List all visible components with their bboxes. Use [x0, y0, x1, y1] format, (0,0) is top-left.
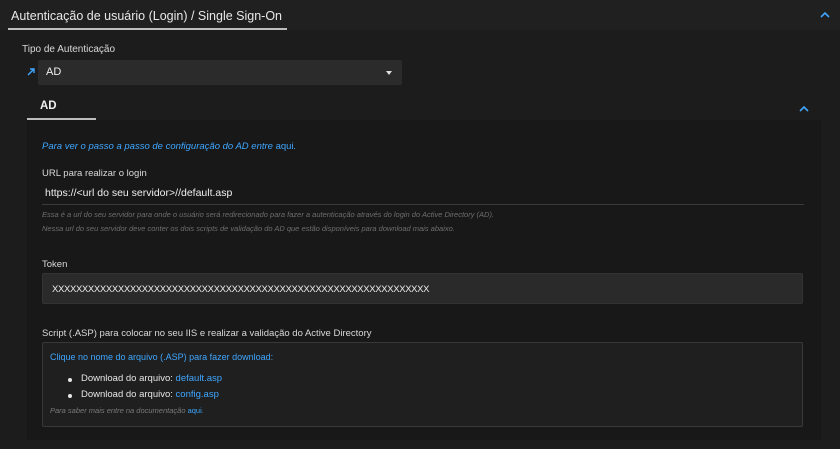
ad-panel-title: AD [40, 100, 57, 112]
download-prefix: Download do arquivo: [81, 389, 173, 400]
login-url-help-2: Nessa url do seu servidor deve conter os… [42, 224, 455, 233]
section-title: Autenticação de usuário (Login) / Single… [11, 9, 282, 23]
download-item-config: Download do arquivo: config.asp [81, 389, 219, 400]
chevron-up-icon[interactable] [818, 8, 832, 22]
login-url-underline [42, 204, 804, 205]
caret-down-icon [386, 71, 392, 75]
docs-period: . [201, 406, 204, 415]
download-link-config-asp[interactable]: config.asp [176, 389, 219, 400]
chevron-up-icon[interactable] [797, 102, 811, 116]
docs-text: Para saber mais entre na documentação [50, 406, 186, 415]
ad-tab-indicator [27, 118, 96, 120]
ad-panel-header[interactable]: AD [27, 95, 820, 120]
script-box: Clique no nome do arquivo (.ASP) para fa… [42, 342, 803, 427]
download-link-default-asp[interactable]: default.asp [176, 373, 222, 384]
docs-link[interactable]: aqui [188, 406, 202, 415]
token-label: Token [42, 259, 68, 270]
login-url-help-1: Essa é a url do seu servidor para onde o… [42, 210, 495, 219]
section-header[interactable]: Autenticação de usuário (Login) / Single… [0, 0, 840, 30]
intro-period: . [293, 141, 297, 152]
download-item-default: Download do arquivo: default.asp [81, 373, 222, 384]
intro-text: Para ver o passo a passo de configuração… [42, 141, 296, 152]
bullet-dot [68, 394, 72, 398]
bullet-dot [68, 378, 72, 382]
token-field[interactable]: XXXXXXXXXXXXXXXXXXXXXXXXXXXXXXXXXXXXXXXX… [42, 273, 803, 304]
intro-message: Para ver o passo a passo de configuração… [42, 141, 273, 152]
intro-link[interactable]: aqui [276, 141, 294, 152]
auth-type-select[interactable]: AD [38, 60, 402, 85]
download-instruction: Clique no nome do arquivo (.ASP) para fa… [50, 352, 274, 362]
section-tab-indicator [8, 28, 287, 30]
script-label: Script (.ASP) para colocar no seu IIS e … [42, 328, 372, 339]
auth-type-label: Tipo de Autenticação [22, 44, 116, 55]
token-value: XXXXXXXXXXXXXXXXXXXXXXXXXXXXXXXXXXXXXXXX… [52, 284, 430, 295]
auth-type-selected-value: AD [46, 66, 62, 78]
download-prefix: Download do arquivo: [81, 373, 173, 384]
login-url-label: URL para realizar o login [42, 168, 147, 179]
login-url-input[interactable]: https://<url do seu servidor>//default.a… [45, 187, 232, 199]
external-link-arrow-icon[interactable] [26, 67, 36, 77]
docs-line: Para saber mais entre na documentação aq… [50, 406, 204, 415]
